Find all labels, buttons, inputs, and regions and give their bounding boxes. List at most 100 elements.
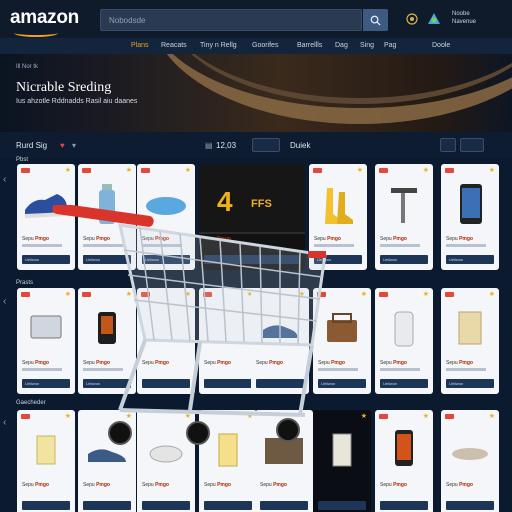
deal-tag	[21, 292, 30, 297]
hero-subtitle: Ius ahzotle Rddnadds Rasil aiu daanes	[16, 98, 138, 105]
sort-label[interactable]: Duiek	[290, 141, 310, 150]
add-to-cart-button[interactable]	[380, 501, 428, 510]
location-icon[interactable]	[404, 11, 420, 27]
deal-tag	[82, 168, 91, 173]
result-count: 12,03	[216, 141, 237, 150]
carousel-left-arrow-icon[interactable]: ‹	[3, 417, 6, 428]
add-to-cart-label: Ueiiwon	[25, 257, 40, 262]
add-to-cart-label: Ueiiwon	[449, 381, 464, 386]
star-icon: ★	[422, 291, 429, 298]
sandals-image	[452, 448, 488, 460]
deal-tag	[21, 168, 30, 173]
section-label-3: Gaecheder	[16, 400, 46, 406]
product-price: Sepu Pmgo	[446, 236, 473, 242]
deal-tag	[379, 414, 388, 419]
product-card[interactable]: ★ Sepu Pmgo	[441, 410, 499, 512]
star-icon: ★	[64, 167, 71, 174]
supplement-box-image	[458, 311, 482, 345]
product-price: Sepu Pmgo	[142, 482, 169, 488]
star-icon: ★	[488, 291, 495, 298]
heart-icon[interactable]: ♥	[60, 141, 65, 150]
product-price: Sepu Pmgo	[22, 482, 49, 488]
section-label-1: Pbst	[16, 157, 29, 163]
shopping-cart-icon	[52, 205, 327, 445]
add-to-cart-button[interactable]	[83, 501, 131, 510]
product-price: Sepu Pmgo	[204, 482, 231, 488]
add-to-cart-button[interactable]	[142, 501, 190, 510]
section-label-2: Prasts	[16, 280, 34, 286]
grid-icon[interactable]: ▤	[205, 141, 213, 150]
star-icon: ★	[360, 413, 367, 420]
product-price: Sepu Pmgo	[22, 236, 49, 242]
logo-smile-icon	[14, 29, 58, 37]
carousel-left-arrow-icon[interactable]: ‹	[3, 296, 6, 307]
nav-item-reacats[interactable]: Reacats	[161, 42, 187, 49]
product-title-line	[380, 368, 420, 371]
product-card[interactable]: ★ Sepu Pmgo Ueiiwon	[441, 164, 499, 270]
star-icon: ★	[360, 291, 367, 298]
product-title-line	[380, 244, 420, 247]
add-to-cart-label: Ueiiwon	[383, 381, 398, 386]
add-to-cart-button[interactable]	[22, 501, 70, 510]
amazon-logo[interactable]: amazon	[10, 7, 79, 29]
search-button[interactable]	[363, 9, 388, 31]
product-card[interactable]: ★ Sepu Pmgo Ueiiwon	[441, 288, 499, 394]
product-price: Sepu Pmgo	[83, 482, 110, 488]
product-title-line	[446, 368, 486, 371]
nav-bar: Plans Reacats Tiny n Rellg Goorifes Barr…	[0, 38, 512, 54]
nav-item-plans[interactable]: Plans	[131, 42, 149, 49]
product-price: Sepu Pmgo	[380, 360, 407, 366]
add-to-cart-button[interactable]	[204, 501, 252, 510]
star-icon: ★	[422, 413, 429, 420]
search-input[interactable]: Nobodsde	[100, 9, 362, 31]
lotion-bottle-image	[394, 311, 414, 347]
smartphone-image	[460, 184, 482, 224]
account-menu[interactable]: Noobe Navenue	[452, 10, 476, 26]
product-price: Sepu Pmgo	[446, 360, 473, 366]
list-view-button[interactable]	[440, 138, 456, 152]
add-to-cart-button[interactable]	[318, 501, 366, 510]
nav-item-dag[interactable]: Dag	[335, 42, 348, 49]
product-price: Sepu Pmgo	[380, 236, 407, 242]
deal-tag	[379, 168, 388, 173]
deal-tag	[141, 168, 150, 173]
deal-tag	[21, 414, 30, 419]
deal-tag	[445, 414, 454, 419]
chevron-down-icon[interactable]: ▾	[72, 141, 76, 150]
product-card[interactable]: ★ Sepu Pmgo	[375, 410, 433, 512]
deal-tag	[445, 292, 454, 297]
star-icon: ★	[184, 167, 191, 174]
star-icon: ★	[488, 413, 495, 420]
nav-item-barrellls[interactable]: Barrellls	[297, 42, 322, 49]
filter-button[interactable]	[460, 138, 484, 152]
language-flag-icon[interactable]	[426, 11, 442, 27]
product-price: Sepu Pmgo	[380, 482, 407, 488]
product-price: Sepu Pmgo	[22, 360, 49, 366]
product-price: Sepu Pmgo	[260, 482, 287, 488]
nav-item-goorifes[interactable]: Goorifes	[252, 42, 278, 49]
add-to-cart-button[interactable]	[446, 501, 494, 510]
product-card[interactable]: ★ Sepu Pmgo Ueiiwon	[375, 164, 433, 270]
star-icon: ★	[488, 167, 495, 174]
add-to-cart-button[interactable]	[260, 501, 308, 510]
star-icon: ★	[422, 167, 429, 174]
add-to-cart-label: Ueiiwon	[449, 257, 464, 262]
nav-item-pag[interactable]: Pag	[384, 42, 396, 49]
nav-item-doole[interactable]: Doole	[432, 42, 450, 49]
header: amazon Nobodsde Noobe Navenue	[0, 0, 512, 38]
deal-tag	[379, 292, 388, 297]
carousel-left-arrow-icon[interactable]: ‹	[3, 174, 6, 185]
deal-tag	[445, 168, 454, 173]
product-card[interactable]: ★ Sepu Pmgo Ueiiwon	[375, 288, 433, 394]
nav-item-sing[interactable]: Sing	[360, 42, 374, 49]
search-icon	[370, 15, 381, 26]
product-title-line	[446, 244, 486, 247]
sort-dropdown[interactable]	[252, 138, 280, 152]
nav-item-tiny[interactable]: Tiny n Rellg	[200, 42, 237, 49]
product-price: Sepu Pmgo	[446, 482, 473, 488]
add-to-cart-label: Ueiiwon	[25, 381, 40, 386]
star-icon: ★	[125, 167, 132, 174]
add-to-cart-label: Ueiiwon	[383, 257, 398, 262]
hero-banner[interactable]: Ill Nor tk Nicrable Sreding Ius ahzotle …	[0, 54, 512, 132]
results-toolbar: Rurd Sig ♥ ▾ ▤ 12,03 Duiek	[0, 132, 512, 158]
